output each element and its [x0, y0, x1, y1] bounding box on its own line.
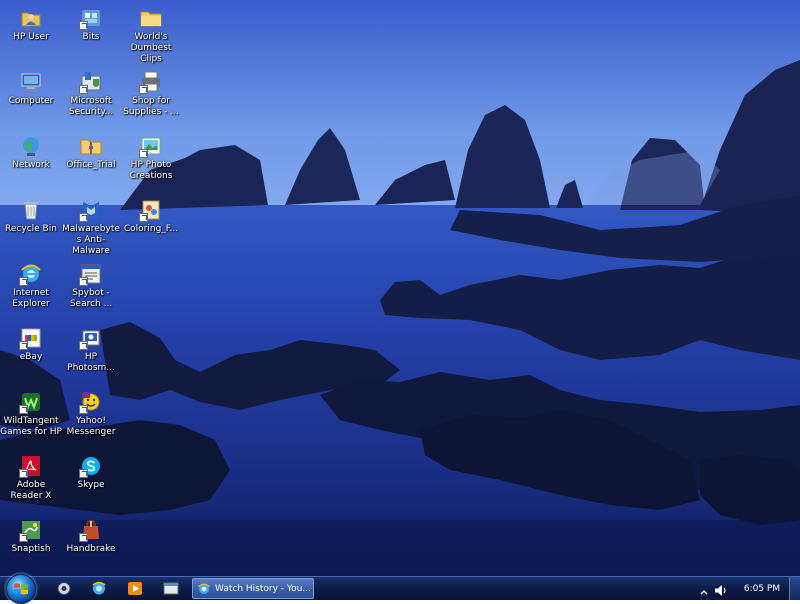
coloring-icon [139, 198, 163, 222]
shortcut-arrow-icon [79, 21, 88, 30]
security-icon [79, 70, 103, 94]
desktop-icon-label: Spybot - Search ... [69, 288, 113, 309]
spybot-icon [79, 262, 103, 286]
internet-explorer-icon [197, 582, 211, 596]
desktop-icon-label: HP Photosm... [67, 352, 115, 373]
snaptish-icon [19, 518, 43, 542]
photo-creations-icon [139, 134, 163, 158]
desktop-icon-skype[interactable]: Skype [60, 450, 122, 512]
bits-app-icon [79, 6, 103, 30]
adobe-reader-icon [19, 454, 43, 478]
shortcut-arrow-icon [139, 149, 148, 158]
desktop-icon-shop-for-supplies[interactable]: Shop for Supplies - ... [120, 66, 182, 128]
desktop-icon-hp-photosmart[interactable]: HP Photosm... [60, 322, 122, 384]
media-player-icon[interactable] [126, 580, 144, 597]
desktop-icon-label: Snaptish [11, 544, 51, 554]
folder-zip-icon [79, 134, 103, 158]
desktop-icon-label: Network [12, 160, 50, 170]
desktop-icon-label: HP Photo Creations [129, 160, 173, 181]
shortcut-arrow-icon [79, 213, 88, 222]
desktop-icon-office-trial[interactable]: Office_Trial [60, 130, 122, 192]
desktop-icon-ebay[interactable]: eBay [0, 322, 62, 384]
taskbar-window-button[interactable]: Watch History - You... [192, 578, 314, 599]
quick-launch-ie-icon[interactable] [90, 580, 108, 597]
desktop-icon-label: HP User [13, 32, 49, 42]
folder-icon [139, 6, 163, 30]
desktop-icon-label: eBay [19, 352, 43, 362]
volume-icon[interactable] [714, 582, 728, 596]
taskbar-window-label: Watch History - You... [215, 583, 311, 594]
desktop-icon-snaptish[interactable]: Snaptish [0, 514, 62, 576]
shortcut-arrow-icon [79, 277, 88, 286]
network-globe-icon [19, 134, 43, 158]
skype-icon [79, 454, 103, 478]
shortcut-arrow-icon [139, 213, 148, 222]
desktop-icon-hp-photo-creations[interactable]: HP Photo Creations [120, 130, 182, 192]
desktop-icon-adobe-reader[interactable]: Adobe Reader X [0, 450, 62, 512]
user-folder-icon [19, 6, 43, 30]
internet-explorer-icon [19, 262, 43, 286]
desktop-icon-recycle-bin[interactable]: Recycle Bin [0, 194, 62, 256]
tray-clock[interactable]: 6:05 PM [742, 582, 782, 596]
shortcut-arrow-icon [19, 341, 28, 350]
desktop-icon-label: Adobe Reader X [10, 480, 52, 501]
desktop-icon-label: Office_Trial [66, 160, 116, 170]
shortcut-arrow-icon [19, 405, 28, 414]
desktop-icon-internet-explorer[interactable]: Internet Explorer [0, 258, 62, 320]
handbrake-icon [79, 518, 103, 542]
desktop-icon-coloring[interactable]: Coloring_F... [120, 194, 182, 256]
tray-expand-arrow-icon[interactable] [700, 583, 708, 595]
malwarebytes-icon [79, 198, 103, 222]
computer-icon [19, 70, 43, 94]
yahoo-messenger-icon [79, 390, 103, 414]
recycle-bin-icon [19, 198, 43, 222]
desktop-icon-label: Shop for Supplies - ... [123, 96, 179, 117]
desktop-icon-bits[interactable]: Bits [60, 2, 122, 64]
desktop-icon-label: WildTangent Games for HP [0, 416, 62, 437]
desktop-icon-label: Internet Explorer [12, 288, 50, 309]
shortcut-arrow-icon [19, 277, 28, 286]
desktop-icon-label: Yahoo! Messenger [66, 416, 116, 437]
desktop-icon-network[interactable]: Network [0, 130, 62, 192]
quick-launch-app-icon[interactable] [55, 580, 73, 597]
desktop-icon-handbrake[interactable]: Handbrake [60, 514, 122, 576]
desktop-icon-malwarebytes[interactable]: Malwarebytes Anti-Malware [60, 194, 122, 256]
desktop-icon-label: World's Dumbest Clips [130, 32, 172, 64]
desktop-icon-label: Coloring_F... [123, 224, 179, 234]
show-desktop-button[interactable] [789, 577, 800, 600]
desktop-icon-wildtangent[interactable]: WildTangent Games for HP [0, 386, 62, 448]
desktop-icon-microsoft-security[interactable]: Microsoft Security... [60, 66, 122, 128]
desktop-icon-worlds-dumbest-clips[interactable]: World's Dumbest Clips [120, 2, 182, 64]
desktop-icon-label: Microsoft Security... [68, 96, 114, 117]
desktop-icon-label: Skype [77, 480, 105, 490]
shortcut-arrow-icon [79, 533, 88, 542]
shortcut-arrow-icon [19, 533, 28, 542]
desktop-icon-label: Bits [82, 32, 100, 42]
shortcut-arrow-icon [79, 405, 88, 414]
printer-icon [139, 70, 163, 94]
shortcut-arrow-icon [19, 469, 28, 478]
ebay-icon [19, 326, 43, 350]
shortcut-arrow-icon [79, 469, 88, 478]
desktop-icon-hp-user[interactable]: HP User [0, 2, 62, 64]
desktop-icon-label: Recycle Bin [5, 224, 57, 234]
shortcut-arrow-icon [79, 341, 88, 350]
folder-window-icon[interactable] [162, 580, 180, 597]
shortcut-arrow-icon [139, 85, 148, 94]
wildtangent-icon [19, 390, 43, 414]
desktop-icon-yahoo-messenger[interactable]: Yahoo! Messenger [60, 386, 122, 448]
desktop-icon-spybot[interactable]: Spybot - Search ... [60, 258, 122, 320]
photosmart-icon [79, 326, 103, 350]
desktop-icon-label: Handbrake [66, 544, 116, 554]
desktop-icon-computer[interactable]: Computer [0, 66, 62, 128]
desktop-icon-label: Computer [8, 96, 54, 106]
desktop-icon-label: Malwarebytes Anti-Malware [62, 224, 120, 256]
desktop[interactable]: HP User Bits World's Dumbest Clips Computer… [0, 0, 800, 576]
shortcut-arrow-icon [79, 85, 88, 94]
taskbar: Watch History - You... 6:05 PM [0, 574, 800, 604]
